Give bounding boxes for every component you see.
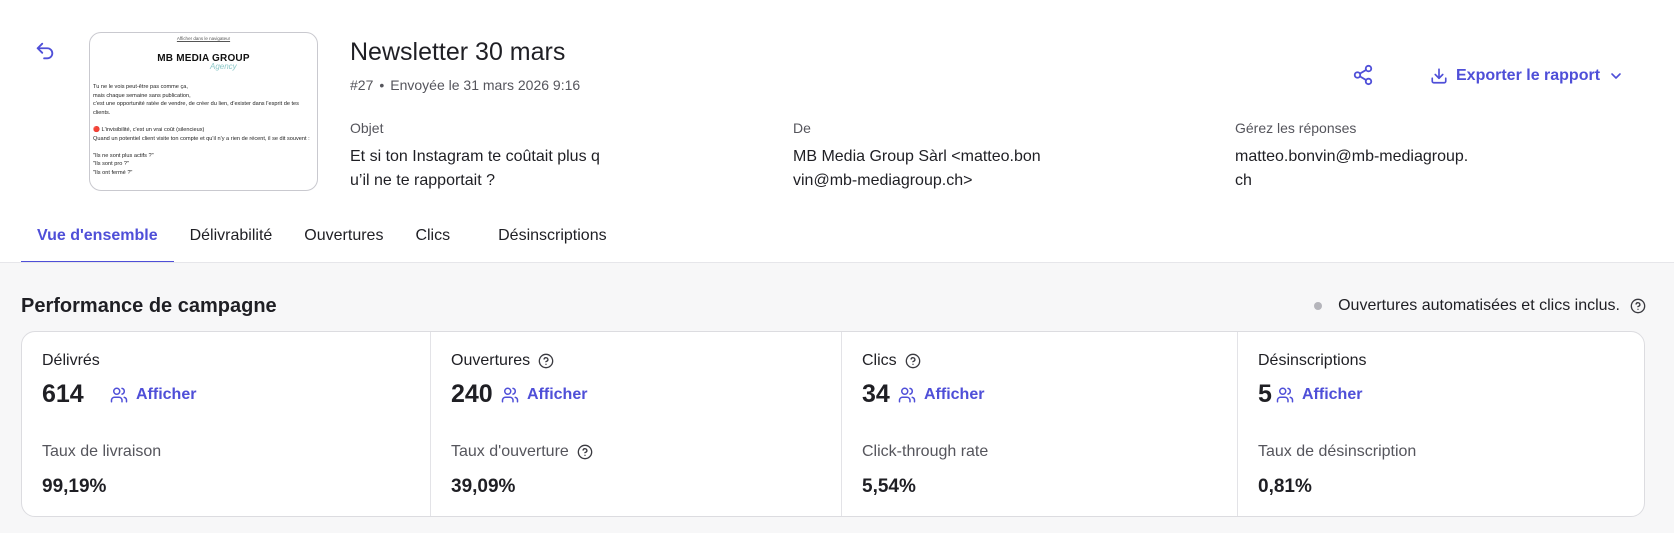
stat-label: Désinscriptions bbox=[1258, 352, 1366, 370]
campaign-meta: #27 • Envoyée le 31 mars 2026 9:16 bbox=[350, 77, 580, 93]
tab-clicks[interactable]: Clics bbox=[399, 213, 482, 263]
tab-bar: Vue d'ensemble Délivrabilité Ouvertures … bbox=[21, 213, 623, 263]
help-circle-icon[interactable] bbox=[538, 353, 554, 369]
export-report-label: Exporter le rapport bbox=[1456, 67, 1601, 84]
show-clicks-button[interactable]: Afficher bbox=[898, 386, 984, 404]
tab-overview[interactable]: Vue d'ensemble bbox=[21, 213, 174, 263]
tab-opens[interactable]: Ouvertures bbox=[288, 213, 399, 263]
show-label: Afficher bbox=[924, 386, 985, 403]
replies-value: matteo.bonvin@mb-mediagroup.ch bbox=[1235, 148, 1469, 189]
rate-label: Taux de désinscription bbox=[1258, 443, 1416, 461]
help-circle-icon[interactable] bbox=[905, 353, 921, 369]
stat-value: 34 bbox=[862, 380, 890, 408]
tab-deliverability[interactable]: Délivrabilité bbox=[174, 213, 289, 263]
stat-card-clicks: Clics 34 Afficher Click-through rate 5,5… bbox=[842, 332, 1238, 516]
stat-label-text: Ouvertures bbox=[451, 352, 531, 369]
chevron-down-icon bbox=[1611, 73, 1621, 79]
subject-field: Objet Et si ton Instagram te coûtait plu… bbox=[350, 120, 600, 193]
rate-value: 0,81% bbox=[1258, 476, 1312, 497]
rate-label: Click-through rate bbox=[862, 443, 988, 461]
status-dot-icon bbox=[1314, 302, 1323, 310]
preview-body: Tu ne le vois peut-être pas comme ça, ma… bbox=[93, 84, 310, 176]
export-report-button[interactable]: Exporter le rapport bbox=[1430, 64, 1624, 88]
preview-signature: Agency bbox=[210, 62, 237, 71]
rate-label: Taux de livraison bbox=[42, 443, 161, 461]
users-icon bbox=[898, 387, 916, 403]
stat-label: Clics bbox=[862, 352, 921, 370]
stat-value: 614 bbox=[42, 380, 84, 408]
show-label: Afficher bbox=[527, 386, 588, 403]
show-opens-button[interactable]: Afficher bbox=[501, 386, 587, 404]
stat-value: 240 bbox=[451, 380, 493, 408]
stat-label-text: Clics bbox=[862, 352, 897, 369]
performance-title: Performance de campagne bbox=[21, 295, 277, 317]
show-label: Afficher bbox=[136, 386, 197, 403]
show-label: Afficher bbox=[1302, 386, 1363, 403]
show-delivered-button[interactable]: Afficher bbox=[110, 386, 196, 404]
rate-label: Taux d'ouverture bbox=[451, 443, 593, 461]
stat-label-text: Délivrés bbox=[42, 352, 100, 369]
replies-label: Gérez les réponses bbox=[1235, 120, 1357, 136]
stat-card-delivered: Délivrés 614 Afficher Taux de livraison … bbox=[22, 332, 431, 516]
subject-label: Objet bbox=[350, 120, 384, 136]
rate-label-text: Click-through rate bbox=[862, 443, 989, 460]
campaign-header: Afficher dans le navigateur MB MEDIA GRO… bbox=[0, 0, 1674, 263]
share-icon bbox=[1353, 64, 1373, 86]
stat-card-opens: Ouvertures 240 Afficher Taux d'ouverture… bbox=[431, 332, 842, 516]
campaign-title: Newsletter 30 mars bbox=[350, 38, 566, 66]
help-circle-icon[interactable] bbox=[577, 444, 593, 460]
stat-label-text: Désinscriptions bbox=[1258, 352, 1367, 369]
campaign-number: #27 bbox=[350, 77, 374, 93]
share-button[interactable] bbox=[1352, 64, 1374, 86]
subject-value: Et si ton Instagram te coûtait plus qu’i… bbox=[350, 148, 600, 189]
rate-value: 99,19% bbox=[42, 476, 107, 497]
rate-label-text: Taux d'ouverture bbox=[451, 443, 569, 460]
help-circle-icon[interactable] bbox=[1630, 298, 1646, 314]
users-icon bbox=[1276, 387, 1294, 403]
tab-unsubscribes[interactable]: Désinscriptions bbox=[482, 213, 622, 263]
stats-cards: Délivrés 614 Afficher Taux de livraison … bbox=[21, 331, 1645, 517]
rate-value: 39,09% bbox=[451, 476, 516, 497]
replies-field: Gérez les réponses matteo.bonvin@mb-medi… bbox=[1235, 120, 1475, 193]
undo-arrow-icon bbox=[36, 42, 54, 60]
rate-value: 5,54% bbox=[862, 476, 916, 497]
automated-opens-text: Ouvertures automatisées et clics inclus. bbox=[1338, 297, 1620, 314]
stat-card-unsubscribes: Désinscriptions 5 Afficher Taux de désin… bbox=[1238, 332, 1644, 516]
users-icon bbox=[501, 387, 519, 403]
stat-value: 5 bbox=[1258, 380, 1272, 408]
from-value: MB Media Group Sàrl <matteo.bonvin@mb-me… bbox=[793, 148, 1041, 189]
campaign-sent-date: Envoyée le 31 mars 2026 9:16 bbox=[390, 77, 581, 93]
from-label: De bbox=[793, 120, 811, 136]
stat-label: Ouvertures bbox=[451, 352, 554, 370]
users-icon bbox=[110, 387, 128, 403]
preview-logo: MB MEDIA GROUP bbox=[157, 53, 250, 64]
download-icon bbox=[1431, 68, 1447, 84]
rate-label-text: Taux de désinscription bbox=[1258, 443, 1417, 460]
from-field: De MB Media Group Sàrl <matteo.bonvin@mb… bbox=[793, 120, 1043, 193]
stat-label: Délivrés bbox=[42, 352, 100, 370]
email-preview-thumbnail[interactable]: Afficher dans le navigateur MB MEDIA GRO… bbox=[89, 32, 318, 191]
meta-separator: • bbox=[379, 77, 385, 93]
performance-section: Performance de campagne Ouvertures autom… bbox=[0, 263, 1674, 533]
rate-label-text: Taux de livraison bbox=[42, 443, 162, 460]
back-button[interactable] bbox=[34, 40, 56, 62]
show-unsubscribes-button[interactable]: Afficher bbox=[1276, 386, 1362, 404]
automated-opens-note: Ouvertures automatisées et clics inclus. bbox=[1314, 297, 1646, 315]
preview-browser-link: Afficher dans le navigateur bbox=[176, 36, 231, 41]
